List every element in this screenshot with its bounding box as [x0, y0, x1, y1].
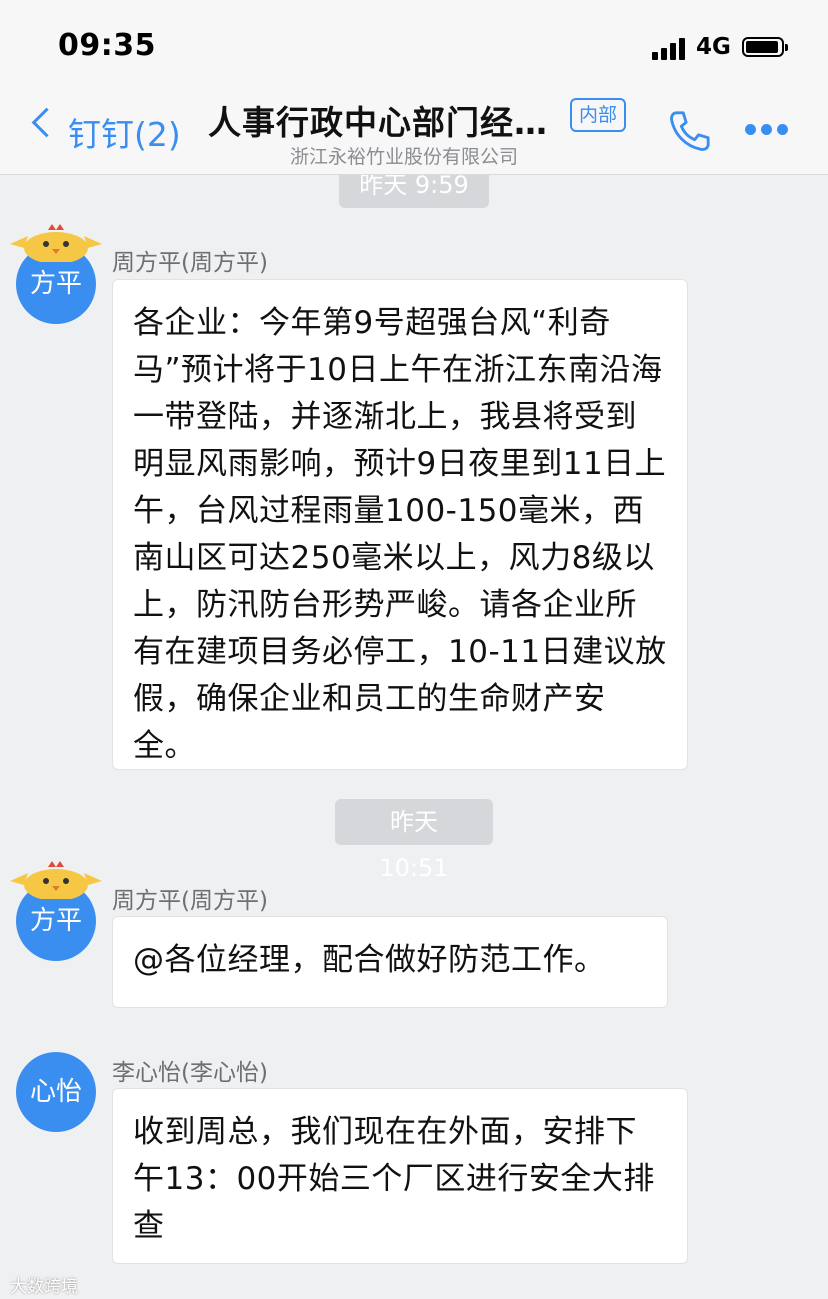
sender-name: 周方平(周方平): [112, 250, 268, 276]
avatar-initials: 心怡: [29, 1077, 82, 1107]
navigation-header: 09:35 4G 钉钉(2) 人事行政中心部门经… 内部 浙江永裕竹业股份有限公…: [0, 0, 828, 175]
timestamp: 昨天 10:51: [335, 799, 493, 882]
sender-name: 李心怡(李心怡): [112, 1060, 268, 1086]
signal-icon: [652, 36, 688, 60]
organization-subtitle: 浙江永裕竹业股份有限公司: [290, 146, 519, 168]
chat-title[interactable]: 人事行政中心部门经…: [208, 96, 548, 144]
chevron-left-icon: [31, 107, 62, 138]
avatar[interactable]: 方平: [10, 861, 102, 961]
more-dots-icon[interactable]: [745, 124, 789, 136]
phone-icon[interactable]: [666, 108, 712, 154]
internal-badge: 内部: [570, 98, 627, 132]
avatar[interactable]: 心怡: [16, 1052, 96, 1132]
network-type: 4G: [696, 34, 731, 60]
message-bubble[interactable]: 收到周总，我们现在在外面，安排下午13：00开始三个厂区进行安全大排查: [112, 1088, 688, 1264]
chick-mascot-icon: [10, 224, 102, 262]
message-bubble[interactable]: @各位经理，配合做好防范工作。: [112, 916, 668, 1008]
avatar[interactable]: 方平: [10, 224, 102, 324]
chick-mascot-icon: [10, 861, 102, 899]
sender-name: 周方平(周方平): [112, 888, 268, 914]
status-time: 09:35: [58, 28, 156, 63]
message-bubble[interactable]: 各企业：今年第9号超强台风“利奇马”预计将于10日上午在浙江东南沿海一带登陆，并…: [112, 279, 688, 770]
watermark: 大数跨境: [10, 1277, 78, 1297]
battery-icon: [742, 37, 788, 57]
avatar-initials: 方平: [29, 269, 82, 299]
avatar-initials: 方平: [29, 906, 82, 936]
back-label: 钉钉(2): [68, 115, 181, 154]
